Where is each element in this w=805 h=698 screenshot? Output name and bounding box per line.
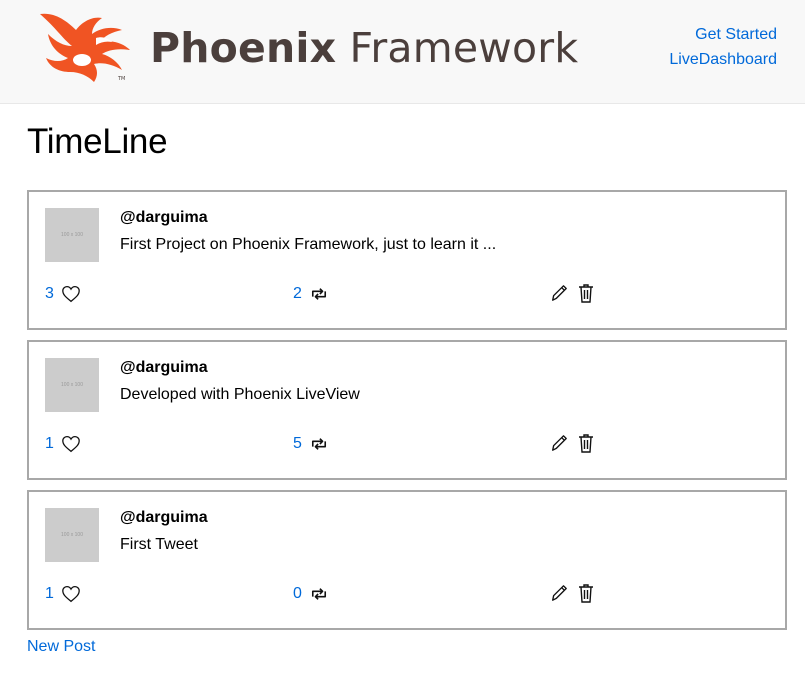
trash-icon[interactable] [578, 583, 594, 603]
repost-group: 5 [293, 435, 329, 453]
heart-icon[interactable] [61, 435, 81, 453]
header-nav: Get Started LiveDashboard [669, 22, 777, 72]
nav-link-livedashboard[interactable]: LiveDashboard [669, 47, 777, 72]
post-card: 100 x 100 @darguima First Project on Pho… [27, 190, 787, 330]
post-actions [550, 433, 604, 453]
pencil-icon[interactable] [550, 283, 568, 303]
like-group: 1 [45, 435, 81, 453]
post-card: 100 x 100 @darguima First Tweet 1 0 [27, 490, 787, 630]
brand-light: Framework [336, 24, 579, 72]
post-body: First Project on Phoenix Framework, just… [120, 236, 497, 253]
post-username: @darguima [120, 359, 208, 376]
avatar-placeholder-text: 100 x 100 [61, 382, 83, 388]
avatar: 100 x 100 [45, 358, 99, 412]
timeline-list: 100 x 100 @darguima First Project on Pho… [27, 190, 787, 640]
brand-name: Phoenix Framework [150, 24, 578, 72]
nav-link-get-started[interactable]: Get Started [669, 22, 777, 47]
like-count[interactable]: 3 [45, 285, 54, 303]
heart-icon[interactable] [61, 585, 81, 603]
repost-group: 2 [293, 285, 329, 303]
heart-icon[interactable] [61, 285, 81, 303]
post-card: 100 x 100 @darguima Developed with Phoen… [27, 340, 787, 480]
repost-icon[interactable] [309, 436, 329, 452]
repost-count[interactable]: 5 [293, 435, 302, 453]
like-group: 1 [45, 585, 81, 603]
like-count[interactable]: 1 [45, 435, 54, 453]
trash-icon[interactable] [578, 283, 594, 303]
post-username: @darguima [120, 509, 208, 526]
new-post-link[interactable]: New Post [27, 638, 95, 656]
page-title: TimeLine [27, 122, 168, 161]
pencil-icon[interactable] [550, 583, 568, 603]
avatar-placeholder-text: 100 x 100 [61, 232, 83, 238]
avatar-placeholder-text: 100 x 100 [61, 532, 83, 538]
post-actions [550, 583, 604, 603]
site-header: TM Phoenix Framework Get Started LiveDas… [0, 0, 805, 104]
svg-text:TM: TM [117, 76, 125, 82]
brand-bold: Phoenix [150, 24, 337, 72]
trash-icon[interactable] [578, 433, 594, 453]
like-group: 3 [45, 285, 81, 303]
repost-count[interactable]: 0 [293, 585, 302, 603]
repost-icon[interactable] [309, 286, 329, 302]
post-body: Developed with Phoenix LiveView [120, 386, 360, 403]
post-username: @darguima [120, 209, 208, 226]
avatar: 100 x 100 [45, 508, 99, 562]
like-count[interactable]: 1 [45, 585, 54, 603]
repost-count[interactable]: 2 [293, 285, 302, 303]
avatar: 100 x 100 [45, 208, 99, 262]
phoenix-bird-icon: TM [40, 13, 130, 83]
post-actions [550, 283, 604, 303]
phoenix-logo[interactable]: TM Phoenix Framework [36, 10, 578, 86]
repost-group: 0 [293, 585, 329, 603]
pencil-icon[interactable] [550, 433, 568, 453]
post-body: First Tweet [120, 536, 198, 553]
repost-icon[interactable] [309, 586, 329, 602]
